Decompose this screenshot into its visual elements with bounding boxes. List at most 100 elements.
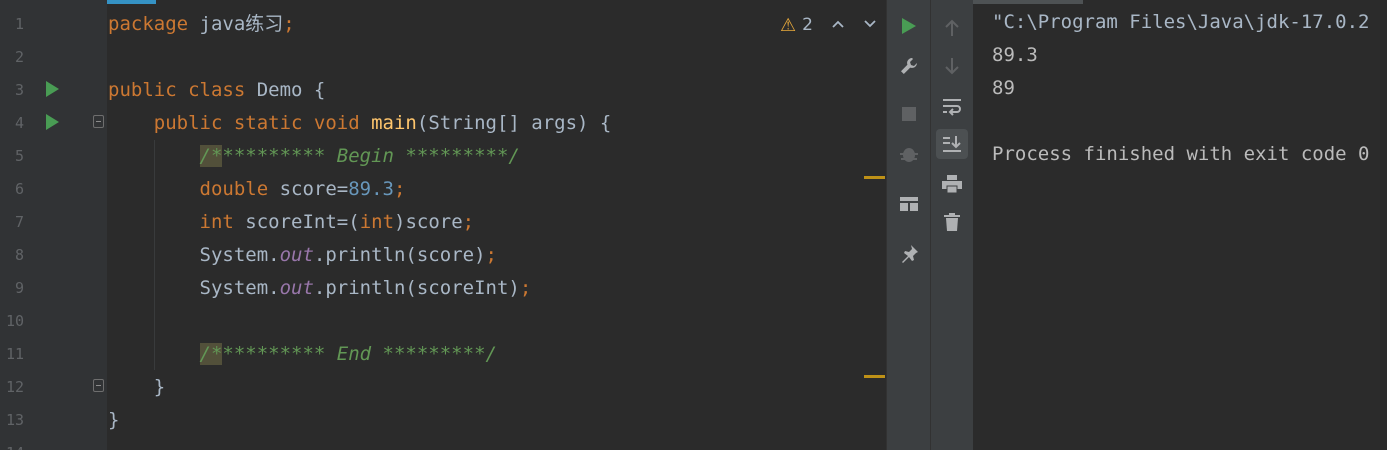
code-line-3: public class Demo { xyxy=(108,74,868,107)
code-line-13: } xyxy=(108,409,120,431)
semicolon: ; xyxy=(462,211,475,233)
keyword: public xyxy=(108,79,177,101)
scroll-to-end-button[interactable] xyxy=(931,128,973,160)
method-name: main xyxy=(359,112,417,134)
console-output[interactable]: "C:\Program Files\Java\jdk-17.0.2 89.3 8… xyxy=(992,6,1370,171)
class-name: Demo { xyxy=(245,79,326,101)
trash-icon xyxy=(944,213,960,231)
bug-icon xyxy=(899,148,918,162)
line-number: 8 xyxy=(14,246,24,264)
chevron-up-icon[interactable] xyxy=(831,17,845,33)
layout-button[interactable] xyxy=(887,188,930,220)
code-line-4: public static void main(String[] args) { xyxy=(108,107,868,140)
run-main-icon[interactable] xyxy=(46,114,59,130)
error-stripe-marker[interactable] xyxy=(864,176,885,179)
warning-count: 2 xyxy=(802,15,813,35)
keyword: public static void xyxy=(108,112,360,134)
static-field: out xyxy=(279,277,314,299)
variable: score= xyxy=(268,178,349,200)
rerun-button[interactable] xyxy=(887,10,930,42)
line-number: 5 xyxy=(14,147,24,165)
line-number: 14 xyxy=(0,437,24,450)
keyword: class xyxy=(176,79,246,101)
code-line-1: package java练习; xyxy=(108,8,868,41)
semicolon: ; xyxy=(519,277,532,299)
expression: .println(scoreInt) xyxy=(313,277,520,299)
fold-start-icon[interactable] xyxy=(93,115,104,128)
line-number: 9 xyxy=(14,279,24,297)
code-line-12: } xyxy=(108,376,166,398)
arrow-down-icon xyxy=(945,58,959,75)
comment: ********* End *********/ xyxy=(222,343,497,365)
play-icon xyxy=(901,18,916,34)
warning-icon: ⚠ xyxy=(780,14,797,36)
fold-end-icon[interactable] xyxy=(93,379,104,392)
debug-button[interactable] xyxy=(887,138,930,170)
line-number: 12 xyxy=(5,378,24,396)
chevron-down-icon[interactable] xyxy=(863,17,877,33)
semicolon: ; xyxy=(485,244,497,266)
run-class-icon[interactable] xyxy=(46,81,59,97)
stop-icon xyxy=(901,107,916,121)
keyword: package xyxy=(108,13,189,35)
error-stripe-marker[interactable] xyxy=(864,375,885,378)
layout-icon xyxy=(899,197,918,211)
console-line-command: "C:\Program Files\Java\jdk-17.0.2 xyxy=(992,11,1370,33)
code-line-8: System.out.println(score); xyxy=(108,239,868,272)
keyword: int xyxy=(199,211,234,233)
inspection-widget[interactable]: ⚠ 2 xyxy=(780,12,877,38)
stop-button[interactable] xyxy=(887,98,930,130)
arrow-up-icon xyxy=(945,19,959,36)
code-line-5: /********** Begin *********/ xyxy=(108,140,868,173)
code-line-6: double score=89.3; xyxy=(108,173,868,206)
expression: System. xyxy=(108,244,280,266)
edit-config-button[interactable] xyxy=(887,50,930,82)
run-console[interactable]: "C:\Program Files\Java\jdk-17.0.2 89.3 8… xyxy=(973,0,1387,450)
line-number: 2 xyxy=(14,48,24,66)
code-line-9: System.out.println(scoreInt); xyxy=(108,272,868,305)
comment-start: /* xyxy=(199,145,223,167)
number-literal: 89.3 xyxy=(348,178,394,200)
expression: System. xyxy=(108,277,280,299)
line-number: 4 xyxy=(14,114,24,132)
soft-wrap-icon xyxy=(943,99,961,116)
variable: scoreInt=( xyxy=(233,211,360,233)
run-toolbar-secondary xyxy=(930,0,973,450)
editor-gutter[interactable]: 1 2 3 4 5 6 7 8 9 10 11 12 13 14 xyxy=(0,0,107,450)
print-button[interactable] xyxy=(931,168,973,200)
pin-icon xyxy=(901,245,918,263)
comment: ********* Begin *********/ xyxy=(222,145,520,167)
semicolon: ; xyxy=(394,178,406,200)
code-editor[interactable]: 1 2 3 4 5 6 7 8 9 10 11 12 13 14 xyxy=(0,0,886,450)
code-line-11: /********** End *********/ xyxy=(108,338,868,371)
line-number: 13 xyxy=(5,411,24,429)
print-icon xyxy=(942,175,962,194)
line-number: 11 xyxy=(5,345,24,363)
run-toolbar-primary xyxy=(886,0,930,450)
soft-wrap-button[interactable] xyxy=(931,90,973,122)
method-params: (String[] args) { xyxy=(416,112,612,134)
console-tab-indicator xyxy=(973,0,1083,4)
static-field: out xyxy=(279,244,314,266)
console-line-exit: Process finished with exit code 0 xyxy=(992,143,1370,165)
line-number: 10 xyxy=(5,312,24,330)
console-line: 89 xyxy=(992,77,1015,99)
line-number: 3 xyxy=(14,81,24,99)
comment-start: /* xyxy=(199,343,223,365)
semicolon: ; xyxy=(283,13,295,35)
code-line-7: int scoreInt=(int)score; xyxy=(108,206,868,239)
scroll-to-end-icon xyxy=(936,129,968,159)
previous-occurrence-button[interactable] xyxy=(931,12,973,44)
code-text[interactable]: package java练习; public class Demo { publ… xyxy=(108,8,868,437)
expression: .println(score) xyxy=(313,244,486,266)
pin-tab-button[interactable] xyxy=(887,238,930,270)
keyword: int xyxy=(359,211,395,233)
next-occurrence-button[interactable] xyxy=(931,50,973,82)
console-line: 89.3 xyxy=(992,44,1038,66)
clear-all-button[interactable] xyxy=(931,206,973,238)
wrench-icon xyxy=(900,58,917,74)
